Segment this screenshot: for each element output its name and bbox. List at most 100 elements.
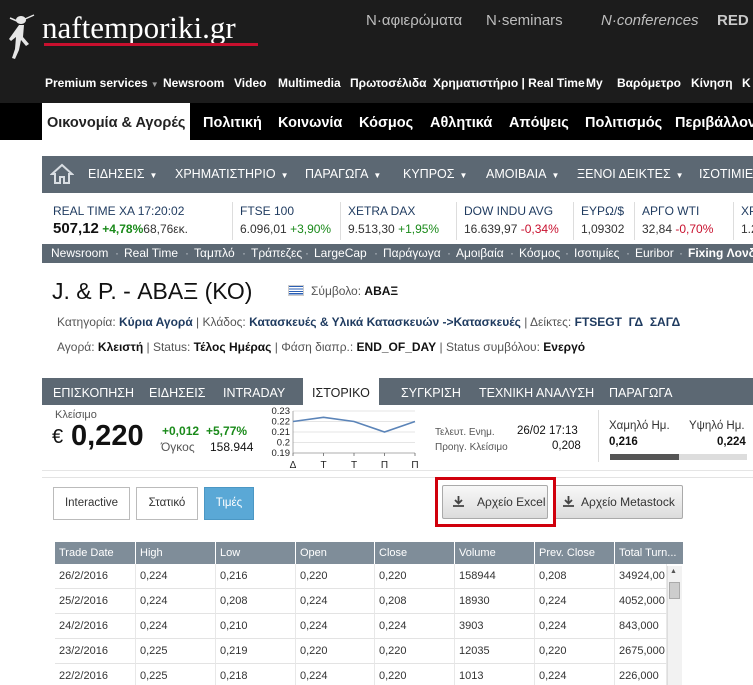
site-logo[interactable]: naftemporiki.gr	[42, 10, 236, 46]
index-link-sagd[interactable]: ΣΑΓΔ	[650, 315, 680, 329]
menu-video[interactable]: Video	[234, 76, 266, 90]
market-nav-eidiseis[interactable]: ΕΙΔΗΣΕΙΣ ▼	[88, 156, 157, 193]
last-update-label: Τελευτ. Ενημ.	[435, 427, 495, 438]
menu-protoselida[interactable]: Πρωτοσέλιδα	[350, 76, 427, 90]
band-separator: ·	[679, 246, 683, 260]
market-nav-isotimies[interactable]: ΙΣΟΤΙΜΙΕΣ	[699, 156, 753, 193]
top-link-red[interactable]: RED	[717, 12, 749, 29]
ticker-gold[interactable]: 1.2	[741, 222, 753, 236]
table-cell-low: 0,219	[216, 639, 296, 664]
view-prices-button[interactable]: Τιμές	[204, 487, 254, 520]
scroll-up-icon[interactable]: ▲	[670, 568, 677, 575]
column-header-volume[interactable]: Volume	[455, 542, 535, 564]
market-value: Κλειστή	[97, 340, 144, 354]
band-link[interactable]: Euribor	[635, 246, 674, 260]
band-link[interactable]: Αμοιβαία	[456, 246, 504, 260]
volume-label: Όγκος	[161, 440, 195, 454]
ticker-name[interactable]: XETRA DAX	[348, 204, 415, 218]
hermes-logo-icon[interactable]	[6, 10, 36, 62]
view-interactive-button[interactable]: Interactive	[53, 487, 130, 520]
ticker-dax[interactable]: 9.513,30 +1,95%	[348, 222, 439, 236]
band-link[interactable]: LargeCap	[314, 246, 367, 260]
category-link[interactable]: Κύρια Αγορά	[119, 315, 193, 329]
band-link[interactable]: Κόσμος	[519, 246, 560, 260]
column-header-low[interactable]: Low	[216, 542, 296, 564]
menu-newsroom[interactable]: Newsroom	[163, 76, 224, 90]
ticker-name[interactable]: ΧΡ	[741, 204, 753, 218]
sector-link[interactable]: Κατασκευές & Υλικά Κατασκευών ->Κατασκευ…	[249, 315, 521, 329]
menu-premium-services[interactable]: Premium services ▼	[45, 76, 159, 90]
top-link-conferences[interactable]: N·conferences	[601, 12, 699, 29]
ticker-name[interactable]: FTSE 100	[240, 204, 294, 218]
tab-paragoga[interactable]: ΠΑΡΑΓΩΓΑ	[600, 378, 681, 405]
ticker-eurusd[interactable]: 1,09302	[581, 222, 624, 236]
menu-multimedia[interactable]: Multimedia	[278, 76, 341, 90]
category-oikonomia[interactable]: Οικονομία & Αγορές	[42, 103, 191, 140]
tab-intraday[interactable]: INTRADAY	[214, 378, 294, 405]
menu-kinisi[interactable]: Κίνηση	[691, 76, 733, 90]
ticker-ftse[interactable]: 6.096,01 +3,90%	[240, 222, 331, 236]
market-nav-amoivaia[interactable]: ΑΜΟΙΒΑΙΑ ▼	[486, 156, 559, 193]
table-cell-volume: 1013	[455, 664, 535, 685]
ticker-change: +4,78%	[102, 222, 144, 236]
tab-texniki-analysi[interactable]: ΤΕΧΝΙΚΗ ΑΝΑΛΥΣΗ	[470, 378, 603, 405]
menu-varometro[interactable]: Βαρόμετρο	[617, 76, 681, 90]
ticker-wti[interactable]: 32,84 -0,70%	[642, 222, 713, 236]
column-header-open[interactable]: Open	[296, 542, 375, 564]
column-header-prev-close[interactable]: Prev. Close	[535, 542, 615, 564]
day-low-label: Χαμηλό Ημ.	[609, 420, 670, 432]
category-politiki[interactable]: Πολιτική	[198, 103, 267, 140]
ticker-value: 6.096,01	[240, 222, 287, 236]
ticker-realtime[interactable]: 507,12 +4,78%68,76εκ.	[53, 220, 188, 237]
category-politismos[interactable]: Πολιτισμός	[580, 103, 667, 140]
band-link[interactable]: Ισοτιμίες	[574, 246, 619, 260]
column-header-total-turnover[interactable]: Total Turn...	[615, 542, 683, 564]
ticker-value: 32,84	[642, 222, 673, 236]
ticker-name[interactable]: REAL TIME ΧΑ 17:20:02	[53, 204, 184, 218]
ticker-dow[interactable]: 16.639,97 -0,34%	[464, 222, 559, 236]
band-link[interactable]: Παράγωγα	[383, 246, 441, 260]
top-link-afieromata[interactable]: N·αφιερώματα	[366, 12, 462, 29]
menu-more[interactable]: Κ	[742, 76, 751, 90]
index-link-gd[interactable]: ΓΔ	[629, 315, 644, 329]
category-athlitika[interactable]: Αθλητικά	[425, 103, 497, 140]
category-perivallon[interactable]: Περιβάλλον	[670, 103, 753, 140]
menu-my[interactable]: My	[586, 76, 603, 90]
tab-episkopisi[interactable]: ΕΠΙΣΚΟΠΗΣΗ	[44, 378, 143, 405]
market-nav-xenoi-deiktes[interactable]: ΞΕΝΟΙ ΔΕΙΚΤΕΣ ▼	[577, 156, 684, 193]
ticker-name[interactable]: ΕΥΡΩ/$	[581, 204, 624, 218]
column-header-high[interactable]: High	[136, 542, 216, 564]
category-koinonia[interactable]: Κοινωνία	[273, 103, 347, 140]
band-link[interactable]: Τράπεζες	[251, 246, 302, 260]
ticker-name[interactable]: DOW INDU AVG	[464, 204, 553, 218]
band-link[interactable]: Fixing Λονδ	[688, 246, 753, 260]
column-header-close[interactable]: Close	[375, 542, 455, 564]
table-cell-close: 0,224	[375, 614, 455, 639]
ticker-name[interactable]: ΑΡΓΟ WTI	[642, 204, 699, 218]
view-static-button[interactable]: Στατικό	[136, 487, 198, 520]
market-nav-kypros[interactable]: ΚΥΠΡΟΣ ▼	[403, 156, 467, 193]
symbol-status-value: Ενεργό	[543, 340, 586, 354]
category-apopseis[interactable]: Απόψεις	[504, 103, 574, 140]
tab-sygkrisi[interactable]: ΣΥΓΚΡΙΣΗ	[392, 378, 470, 405]
table-cell-open: 0,224	[296, 589, 375, 614]
band-link[interactable]: Ταμπλό	[194, 246, 235, 260]
tab-istoriko[interactable]: ΙΣΤΟΡΙΚΟ	[303, 378, 379, 406]
market-nav-xrimatistirio[interactable]: ΧΡΗΜΑΤΙΣΤΗΡΙΟ ▼	[175, 156, 288, 193]
scrollbar-thumb[interactable]	[669, 582, 680, 599]
top-link-seminars[interactable]: N·seminars	[486, 12, 563, 29]
category-kosmos[interactable]: Κόσμος	[354, 103, 418, 140]
menu-xrimatistirio[interactable]: Χρηματιστήριο | Real Time	[433, 76, 585, 90]
band-link[interactable]: Real Time	[124, 246, 178, 260]
market-nav-paragoga[interactable]: ΠΑΡΑΓΩΓΑ ▼	[305, 156, 381, 193]
metastock-download-button[interactable]: Αρχείο Metastock	[553, 485, 683, 519]
table-cell-low: 0,216	[216, 564, 296, 589]
home-icon[interactable]	[50, 163, 74, 185]
tab-eidiseis[interactable]: ΕΙΔΗΣΕΙΣ	[140, 378, 214, 405]
band-link[interactable]: Newsroom	[51, 246, 108, 260]
table-cell-trade-date: 23/2/2016	[55, 639, 136, 664]
market-nav-label: ΚΥΠΡΟΣ	[403, 167, 455, 181]
chart-y-tick-label: 0.21	[272, 427, 291, 438]
index-link-ftsegt[interactable]: FTSEGT	[575, 315, 622, 329]
column-header-trade-date[interactable]: Trade Date	[55, 542, 136, 564]
